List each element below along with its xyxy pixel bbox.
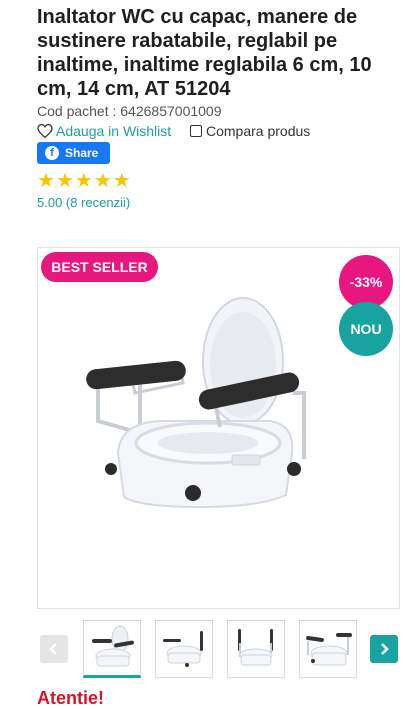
gallery-thumb-1[interactable] <box>83 620 141 678</box>
share-label: Share <box>65 146 99 160</box>
gallery-next-button[interactable] <box>370 635 398 663</box>
wishlist-button[interactable]: Adauga in Wishlist <box>37 123 171 139</box>
gallery-thumb-3[interactable] <box>227 620 285 678</box>
product-title: Inaltator WC cu capac, manere de sustine… <box>37 6 372 100</box>
star-icon: ★ <box>93 170 112 192</box>
gallery-thumb-2[interactable] <box>155 620 213 678</box>
best-seller-badge: BEST SELLER <box>41 252 158 282</box>
thumb-image <box>238 629 273 666</box>
heart-icon <box>37 124 53 138</box>
discount-badge: -33% <box>339 255 393 309</box>
gallery-prev-button[interactable] <box>40 635 68 663</box>
star-icon: ★ <box>37 170 55 192</box>
product-code: Cod pachet : 6426857001009 <box>37 103 222 119</box>
thumb-image <box>92 625 134 667</box>
star-icon: ★ <box>112 170 131 192</box>
new-badge: NOU <box>339 302 393 356</box>
star-icon: ★ <box>74 170 93 192</box>
compare-checkbox[interactable]: Compara produs <box>190 123 310 139</box>
attention-heading: Atentie! <box>37 688 104 708</box>
facebook-icon: f <box>45 146 59 160</box>
wishlist-label: Adauga in Wishlist <box>56 123 172 139</box>
chevron-right-icon <box>381 643 389 655</box>
rating-link[interactable]: 5.00 (8 recenzii) <box>37 195 130 210</box>
checkbox-icon[interactable] <box>190 125 202 137</box>
thumb-image <box>306 633 352 666</box>
gallery-thumb-4[interactable] <box>299 620 357 678</box>
thumb-image <box>163 631 203 667</box>
star-icon: ★ <box>55 170 74 192</box>
rating-stars: ★ ★ ★ ★ ★ <box>37 170 131 192</box>
facebook-share-button[interactable]: f Share <box>37 142 110 164</box>
chevron-left-icon <box>49 643 57 655</box>
product-image[interactable] <box>80 293 310 523</box>
compare-label: Compara produs <box>206 123 311 139</box>
